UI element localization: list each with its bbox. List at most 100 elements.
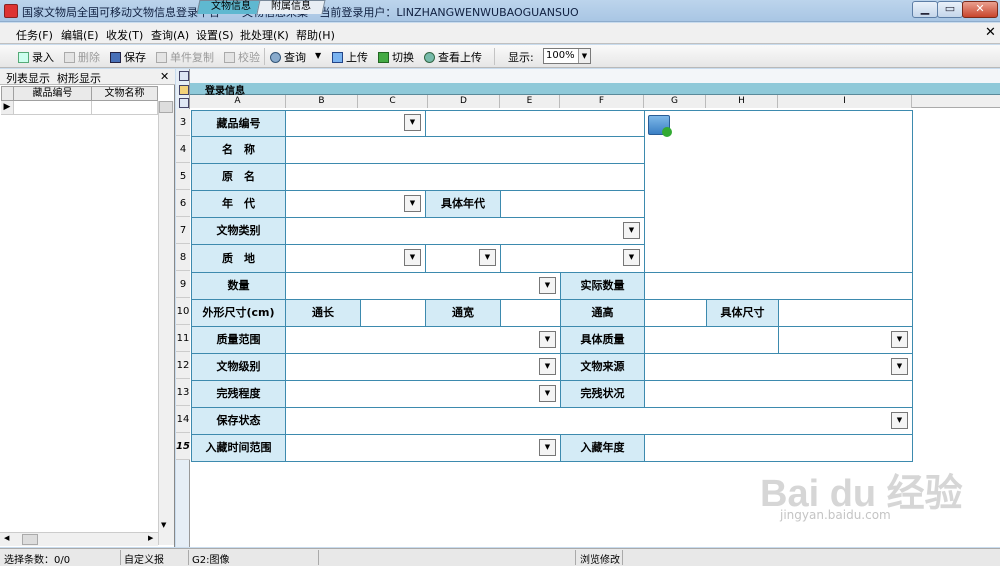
entry-year-field[interactable] [644, 434, 913, 462]
chevron-down-icon[interactable]: ▼ [539, 358, 556, 375]
label-actual-quantity: 实际数量 [560, 272, 645, 300]
grid-icon[interactable] [179, 98, 189, 108]
chevron-down-icon[interactable]: ▼ [539, 331, 556, 348]
table-row[interactable] [92, 101, 158, 115]
menu-bar: 任务(F) 编辑(E) 收发(T) 查询(A) 设置(S) 批处理(K) 帮助(… [0, 23, 1000, 44]
label-length: 通长 [285, 299, 361, 327]
scroll-left-icon[interactable]: ◀ [4, 534, 9, 542]
save-button[interactable]: 保存 [110, 49, 146, 65]
tab-attached-info[interactable]: 附属信息 [256, 0, 326, 14]
menu-task[interactable]: 任务(F) [16, 27, 53, 43]
close-window-button[interactable]: ✕ [962, 1, 998, 18]
chevron-down-icon[interactable]: ▼ [623, 222, 640, 239]
chevron-down-icon[interactable]: ▼ [404, 195, 421, 212]
label-material: 质 地 [191, 244, 286, 273]
status-separator [622, 550, 623, 565]
column-header-relic-name[interactable]: 文物名称 [91, 86, 158, 101]
menu-help[interactable]: 帮助(H) [296, 27, 335, 43]
folder-icon[interactable] [179, 85, 189, 95]
chevron-down-icon[interactable]: ▼ [623, 249, 640, 266]
specific-size-field[interactable] [778, 299, 913, 327]
completeness-select[interactable] [285, 380, 561, 408]
label-dimensions: 外形尺寸(cm) [191, 299, 286, 327]
tab-relic-info[interactable]: 文物信息 [196, 0, 266, 14]
switch-button[interactable]: 切换 [378, 49, 414, 65]
status-cell: G2:图像 [192, 555, 230, 566]
label-category: 文物类别 [191, 217, 286, 245]
chevron-down-icon[interactable]: ▼ [539, 439, 556, 456]
menu-edit[interactable]: 编辑(E) [61, 27, 99, 43]
mass-range-select[interactable] [285, 326, 561, 354]
chevron-down-icon[interactable]: ▼ [891, 331, 908, 348]
save-icon [110, 52, 121, 63]
menu-batch[interactable]: 批处理(K) [240, 27, 289, 43]
scroll-thumb[interactable] [159, 101, 173, 113]
close-pane-icon[interactable]: ✕ [160, 70, 169, 83]
chevron-down-icon[interactable]: ▼ [891, 358, 908, 375]
tab-list-view[interactable]: 列表显示 [6, 70, 50, 86]
row-number: 11 [176, 325, 190, 352]
enter-button[interactable]: 录入 [18, 49, 54, 65]
menu-send-receive[interactable]: 收发(T) [106, 27, 143, 43]
length-field[interactable] [360, 299, 426, 327]
width-field[interactable] [500, 299, 561, 327]
entry-time-select[interactable] [285, 434, 561, 462]
collection-no-field[interactable] [425, 110, 645, 137]
minimize-button[interactable]: ▁ [912, 1, 938, 18]
row-number: 13 [176, 379, 190, 406]
panel-icon[interactable] [179, 71, 189, 81]
menu-query[interactable]: 查询(A) [151, 27, 189, 43]
query-dropdown-icon[interactable]: ▼ [315, 51, 321, 60]
upload-button[interactable]: 上传 [332, 49, 368, 65]
label-quantity: 数量 [191, 272, 286, 300]
grade-select[interactable] [285, 353, 561, 381]
quantity-select[interactable] [285, 272, 561, 300]
label-preservation: 保存状态 [191, 407, 286, 435]
original-name-field[interactable] [285, 163, 645, 191]
query-button[interactable]: 查询 [270, 49, 306, 65]
source-select[interactable] [644, 353, 913, 381]
chevron-down-icon[interactable]: ▼ [479, 249, 496, 266]
label-width: 通宽 [425, 299, 501, 327]
zoom-value: 100% [546, 50, 575, 61]
scroll-thumb[interactable] [22, 534, 38, 545]
zoom-select[interactable]: 100% ▼ [543, 48, 591, 64]
chevron-down-icon[interactable]: ▼ [404, 114, 421, 131]
chevron-down-icon[interactable]: ▼ [404, 249, 421, 266]
column-header-collection-no[interactable]: 藏品编号 [13, 86, 92, 101]
name-field[interactable] [285, 136, 645, 164]
chevron-down-icon[interactable]: ▼ [539, 385, 556, 402]
row-number: 12 [176, 352, 190, 379]
chevron-down-icon[interactable]: ▼ [539, 277, 556, 294]
menu-settings[interactable]: 设置(S) [196, 27, 234, 43]
delete-button[interactable]: 删除 [64, 49, 100, 65]
condition-field[interactable] [644, 380, 913, 408]
height-field[interactable] [644, 299, 707, 327]
toolbar: 录入 删除 保存 单件复制 校验 查询 ▼ 上传 切换 查看上传 显示: 100… [0, 45, 1000, 68]
category-select[interactable] [285, 217, 645, 245]
status-separator [575, 550, 576, 565]
copy-single-button[interactable]: 单件复制 [156, 49, 214, 65]
maximize-button[interactable]: ▭ [937, 1, 963, 18]
label-height: 通高 [560, 299, 645, 327]
status-selected-count: 选择条数：0/0 [4, 555, 71, 566]
tab-tree-view[interactable]: 树形显示 [57, 70, 101, 86]
close-document-icon[interactable]: ✕ [985, 25, 996, 40]
specific-mass-field[interactable] [644, 326, 779, 354]
specific-era-field[interactable] [500, 190, 645, 218]
scroll-down-icon[interactable]: ▼ [161, 521, 166, 529]
image-panel[interactable] [644, 110, 913, 273]
label-original-name: 原 名 [191, 163, 286, 191]
row-number: 8 [176, 244, 190, 271]
vertical-scrollbar[interactable] [158, 101, 174, 545]
verify-icon [224, 52, 235, 63]
view-upload-button[interactable]: 查看上传 [424, 49, 482, 65]
preservation-select[interactable] [285, 407, 913, 435]
verify-button[interactable]: 校验 [224, 49, 260, 65]
add-image-icon[interactable] [648, 115, 672, 137]
chevron-down-icon[interactable]: ▼ [891, 412, 908, 429]
label-collection-no: 藏品编号 [191, 110, 286, 137]
scroll-right-icon[interactable]: ▶ [148, 534, 153, 542]
table-row[interactable] [14, 101, 92, 115]
actual-quantity-field[interactable] [644, 272, 913, 300]
